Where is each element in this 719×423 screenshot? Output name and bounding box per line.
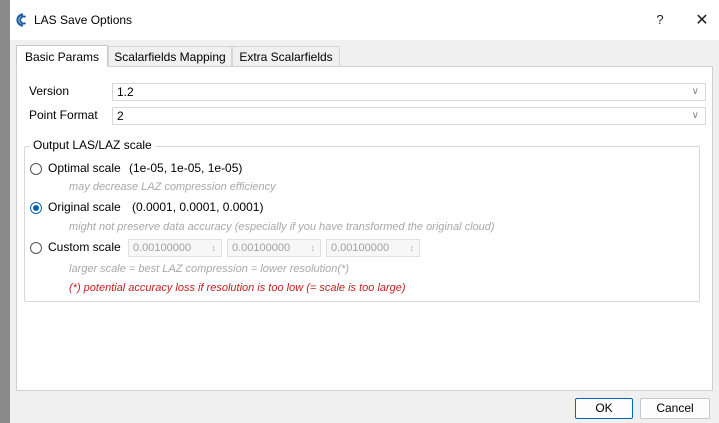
point-format-value: 2 <box>117 109 124 123</box>
close-button[interactable]: ✕ <box>693 10 711 30</box>
point-format-select[interactable]: 2 ∨ <box>112 107 706 125</box>
window-title: LAS Save Options <box>34 13 133 27</box>
original-scale-hint: might not preserve data accuracy (especi… <box>69 221 495 233</box>
tab-basic-params[interactable]: Basic Params <box>16 45 108 67</box>
original-scale-values: (0.0001, 0.0001, 0.0001) <box>132 200 264 214</box>
custom-scale-x-stepper[interactable]: 0.00100000 ↕ <box>128 239 222 257</box>
custom-scale-warning: (*) potential accuracy loss if resolutio… <box>69 282 406 294</box>
custom-scale-z-value: 0.00100000 <box>331 242 390 254</box>
custom-scale-hint: larger scale = best LAZ compression = lo… <box>69 263 350 275</box>
version-label: Version <box>29 84 70 98</box>
background-window-edge <box>0 0 10 423</box>
optimal-scale-label[interactable]: Optimal scale <box>48 161 121 175</box>
original-scale-radio[interactable] <box>30 202 42 214</box>
spin-arrows-icon: ↕ <box>409 243 415 253</box>
chevron-down-icon: ∨ <box>691 110 699 121</box>
optimal-scale-values: (1e-05, 1e-05, 1e-05) <box>129 161 243 175</box>
cancel-button[interactable]: Cancel <box>640 398 710 419</box>
basic-params-panel: Version 1.2 ∨ Point Format 2 ∨ Output LA… <box>16 66 713 391</box>
optimal-scale-radio[interactable] <box>30 163 42 175</box>
custom-scale-y-stepper[interactable]: 0.00100000 ↕ <box>227 239 321 257</box>
custom-scale-radio[interactable] <box>30 242 42 254</box>
spin-arrows-icon: ↕ <box>310 243 316 253</box>
title-bar: LAS Save Options ? ✕ <box>10 0 719 40</box>
custom-scale-z-stepper[interactable]: 0.00100000 ↕ <box>326 239 420 257</box>
spin-arrows-icon: ↕ <box>211 243 217 253</box>
optimal-scale-hint: may decrease LAZ compression efficiency <box>69 181 276 193</box>
version-value: 1.2 <box>117 85 134 99</box>
original-scale-label[interactable]: Original scale <box>48 200 121 214</box>
chevron-down-icon: ∨ <box>691 86 699 97</box>
las-save-options-dialog: LAS Save Options ? ✕ Basic Params Scalar… <box>10 0 719 423</box>
output-scale-group-title: Output LAS/LAZ scale <box>30 138 155 152</box>
custom-scale-x-value: 0.00100000 <box>133 242 192 254</box>
tab-scalarfields-mapping[interactable]: Scalarfields Mapping <box>108 46 232 67</box>
help-button[interactable]: ? <box>652 12 668 27</box>
cloudcompare-app-icon <box>16 13 27 27</box>
point-format-label: Point Format <box>29 108 98 122</box>
ok-button[interactable]: OK <box>575 398 633 419</box>
tab-extra-scalarfields[interactable]: Extra Scalarfields <box>232 46 340 67</box>
custom-scale-y-value: 0.00100000 <box>232 242 291 254</box>
version-select[interactable]: 1.2 ∨ <box>112 83 706 101</box>
custom-scale-label[interactable]: Custom scale <box>48 240 121 254</box>
